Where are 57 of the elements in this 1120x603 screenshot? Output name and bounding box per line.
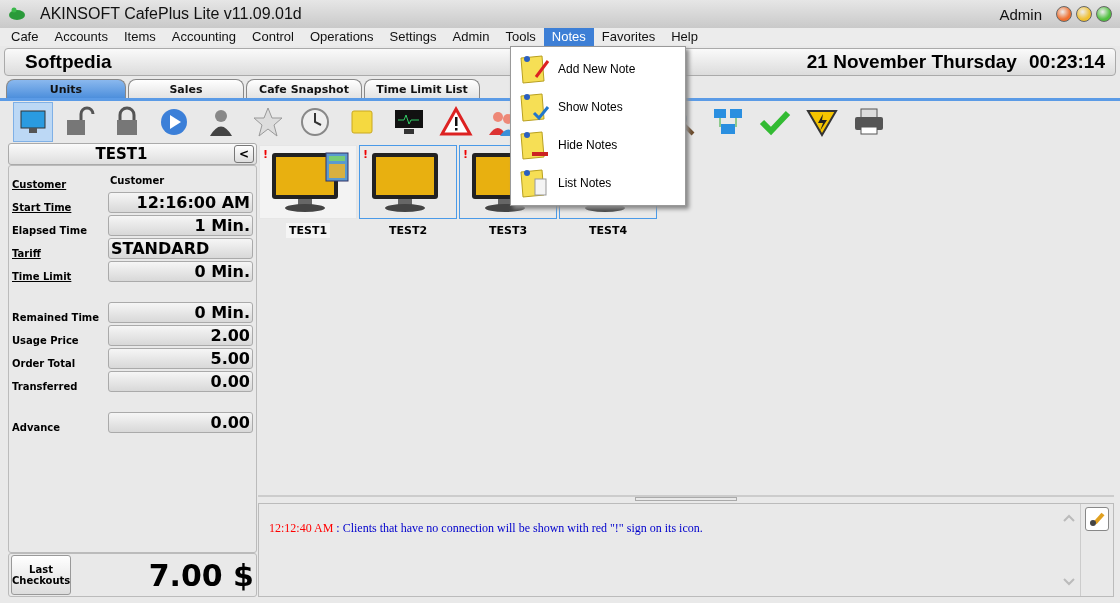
field-value: 12:16:00 AM xyxy=(108,192,253,213)
tab[interactable]: Cafe Snapshot xyxy=(246,79,362,98)
menu-item[interactable]: Accounts xyxy=(46,28,116,46)
clock-text: 00:23:14 xyxy=(1028,51,1105,73)
field-link[interactable]: Tariff xyxy=(12,248,108,259)
field-link[interactable]: Time Limit xyxy=(12,271,108,282)
window-title: AKINSOFT CafePlus Lite v11.09.01d xyxy=(40,5,303,23)
menu-item[interactable]: Tools xyxy=(497,28,544,46)
unit-name: TEST1 xyxy=(285,223,331,238)
field-value: 5.00 xyxy=(108,348,253,369)
field-label: Order Total xyxy=(12,358,77,369)
field-label: Transferred xyxy=(12,381,79,392)
field-value: 0.00 xyxy=(108,412,253,433)
field-value: 0 Min. xyxy=(108,261,253,282)
field-value: 0 Min. xyxy=(108,302,253,323)
cafe-name: Softpedia xyxy=(25,51,112,73)
user-name: Admin xyxy=(999,5,1042,23)
unit-tile[interactable]: ! xyxy=(259,145,357,219)
menu-item[interactable]: Favorites xyxy=(593,28,664,46)
last-checkouts-button[interactable]: Last Checkouts xyxy=(11,555,71,595)
field-value: 2.00 xyxy=(108,325,253,346)
notes-menu-item[interactable]: Show Notes xyxy=(511,88,685,126)
menu-item[interactable]: Admin xyxy=(444,28,498,46)
alert-mark: ! xyxy=(263,148,269,161)
field-value: STANDARD xyxy=(108,238,253,259)
total-amount: 7.00 $ xyxy=(147,557,254,593)
alert-mark: ! xyxy=(463,148,469,161)
menu-item[interactable]: Items xyxy=(115,28,164,46)
notes-menu-item[interactable]: Add New Note xyxy=(511,50,685,88)
menu-item[interactable]: Help xyxy=(663,28,706,46)
field-label: Usage Price xyxy=(12,335,80,346)
menu-item[interactable]: Cafe xyxy=(3,28,47,46)
date-text: 21 November Thursday xyxy=(806,51,1017,73)
field-value: Customer xyxy=(109,174,166,188)
log-message: 12:12:40 AM : Clients that have no connection will be shown with red "!" sign on its icon. xyxy=(269,521,704,536)
field-link[interactable]: Start Time xyxy=(12,202,108,213)
menu-item[interactable]: Control xyxy=(244,28,302,46)
field-label: Remained Time xyxy=(12,312,101,323)
menu-item[interactable]: Operations xyxy=(302,28,382,46)
field-label: Elapsed Time xyxy=(12,225,88,236)
unit-name: TEST3 xyxy=(487,223,529,238)
menu-item[interactable]: Notes xyxy=(543,28,594,46)
menu-item[interactable]: Settings xyxy=(381,28,445,46)
tab[interactable]: Sales xyxy=(128,79,244,98)
field-link[interactable]: Customer xyxy=(12,179,108,190)
field-label: Advance xyxy=(12,422,61,433)
field-value: 1 Min. xyxy=(108,215,253,236)
menu-item[interactable]: Accounting xyxy=(163,28,245,46)
tab[interactable]: Time Limit List xyxy=(364,79,480,98)
unit-title: TEST1 xyxy=(94,145,149,163)
collapse-button[interactable]: < xyxy=(234,145,254,163)
tab[interactable]: Units xyxy=(6,79,126,98)
unit-name: TEST4 xyxy=(587,223,629,238)
unit-tile[interactable]: ! xyxy=(359,145,457,219)
unit-name: TEST2 xyxy=(387,223,429,238)
alert-mark: ! xyxy=(363,148,369,161)
field-value: 0.00 xyxy=(108,371,253,392)
